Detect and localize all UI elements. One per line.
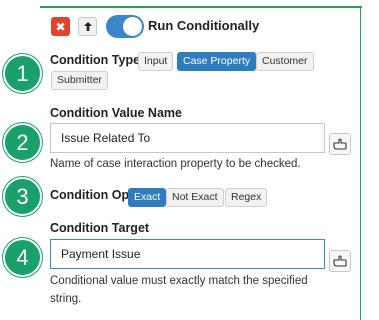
condition-type-label: Condition Type [50, 53, 141, 67]
panel-right-border [360, 8, 361, 320]
move-up-button[interactable] [78, 17, 97, 36]
condition-op-option-regex[interactable]: Regex [225, 188, 268, 207]
condition-target-input[interactable]: Payment Issue [50, 239, 325, 269]
pointing-hand-icon [333, 138, 347, 150]
pick-target-button[interactable] [329, 250, 351, 272]
condition-target-label: Condition Target [50, 221, 150, 235]
condition-type-option-submitter[interactable]: Submitter [51, 71, 108, 90]
condition-type-option-input[interactable]: Input [138, 52, 174, 71]
toggle-label: Run Conditionally [148, 18, 260, 33]
toggle-knob [123, 17, 142, 36]
condition-type-option-customer[interactable]: Customer [256, 52, 314, 71]
run-conditionally-toggle[interactable] [106, 15, 144, 38]
condition-op-option-not-exact[interactable]: Not Exact [166, 188, 224, 207]
delete-button[interactable]: ✖ [51, 17, 70, 36]
pointing-hand-icon [333, 255, 347, 267]
condition-target-help-line-2: string. [50, 293, 82, 305]
step-badge-1: 1 [3, 54, 42, 93]
x-icon: ✖ [55, 19, 66, 34]
condition-value-name-label: Condition Value Name [50, 106, 182, 120]
panel-top-border [40, 6, 362, 8]
pick-value-button[interactable] [329, 133, 351, 155]
condition-value-name-help: Name of case interaction property to be … [50, 158, 301, 170]
condition-op-label: Condition Op [50, 188, 130, 202]
step-badge-3: 3 [3, 177, 42, 216]
condition-target-help-line-1: Conditional value must exactly match the… [50, 275, 308, 287]
arrow-up-icon [83, 22, 92, 31]
condition-op-option-exact[interactable]: Exact [128, 188, 167, 207]
step-badge-4: 4 [3, 238, 42, 277]
step-badge-2: 2 [3, 123, 42, 162]
condition-value-name-input[interactable]: Issue Related To [50, 123, 325, 153]
condition-type-option-case-property[interactable]: Case Property [177, 52, 257, 71]
